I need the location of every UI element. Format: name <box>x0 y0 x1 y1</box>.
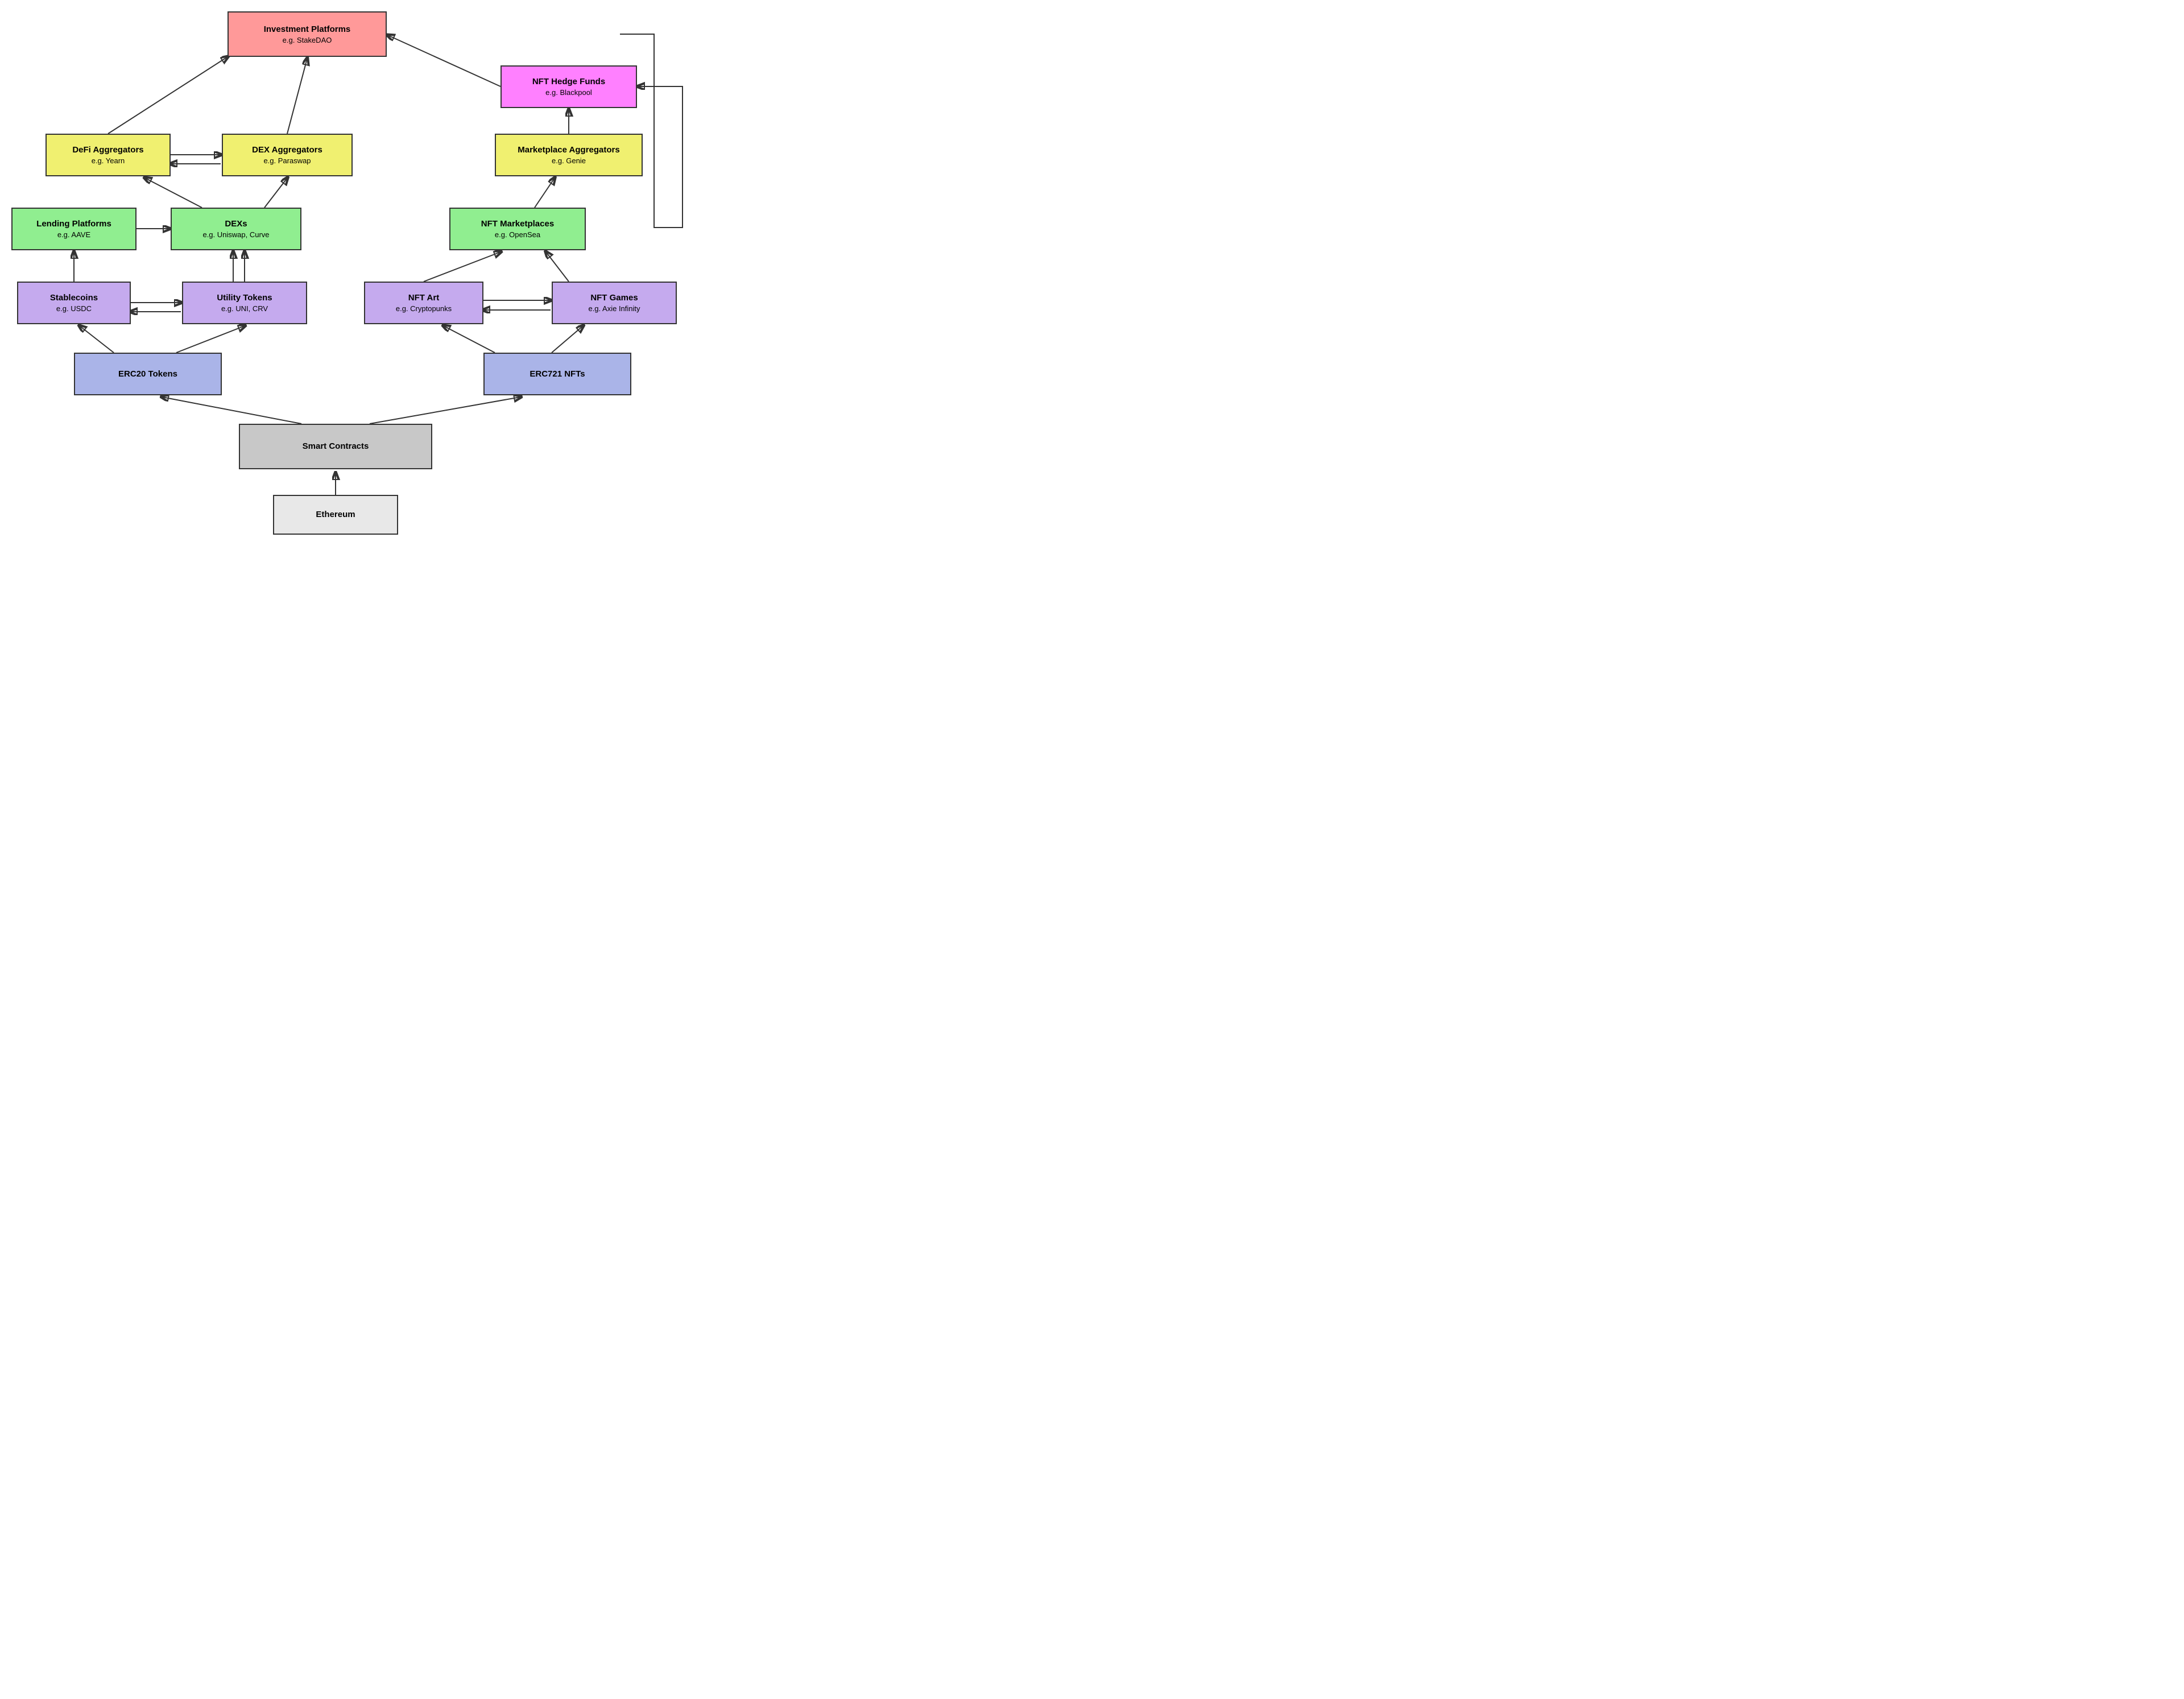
lending-subtitle: e.g. AAVE <box>57 230 90 239</box>
marketplace-agg-node: Marketplace Aggregators e.g. Genie <box>495 134 643 176</box>
lending-label: Lending Platforms <box>36 219 111 229</box>
stablecoins-label: Stablecoins <box>50 293 98 303</box>
nft-games-label: NFT Games <box>590 293 638 303</box>
nft-marketplaces-subtitle: e.g. OpenSea <box>495 230 540 239</box>
dex-agg-subtitle: e.g. Paraswap <box>263 156 311 165</box>
defi-agg-subtitle: e.g. Yearn <box>92 156 125 165</box>
dexs-subtitle: e.g. Uniswap, Curve <box>202 230 269 239</box>
dex-agg-label: DEX Aggregators <box>252 145 322 155</box>
ethereum-node: Ethereum <box>273 495 398 535</box>
utility-tokens-label: Utility Tokens <box>217 293 272 303</box>
stablecoins-node: Stablecoins e.g. USDC <box>17 282 131 324</box>
dex-agg-node: DEX Aggregators e.g. Paraswap <box>222 134 353 176</box>
lending-node: Lending Platforms e.g. AAVE <box>11 208 136 250</box>
nft-hedge-node: NFT Hedge Funds e.g. Blackpool <box>500 65 637 108</box>
smart-contracts-node: Smart Contracts <box>239 424 432 469</box>
erc20-node: ERC20 Tokens <box>74 353 222 395</box>
investment-label: Investment Platforms <box>264 24 351 35</box>
nft-hedge-label: NFT Hedge Funds <box>532 77 605 87</box>
nft-hedge-subtitle: e.g. Blackpool <box>545 88 592 97</box>
investment-node: Investment Platforms e.g. StakeDAO <box>228 11 387 57</box>
nft-games-subtitle: e.g. Axie Infinity <box>588 304 640 313</box>
defi-agg-node: DeFi Aggregators e.g. Yearn <box>46 134 171 176</box>
erc20-label: ERC20 Tokens <box>118 369 177 379</box>
erc721-node: ERC721 NFTs <box>483 353 631 395</box>
smart-contracts-label: Smart Contracts <box>303 441 369 452</box>
investment-subtitle: e.g. StakeDAO <box>283 36 332 44</box>
nft-art-subtitle: e.g. Cryptopunks <box>396 304 452 313</box>
dexs-node: DEXs e.g. Uniswap, Curve <box>171 208 301 250</box>
nft-games-node: NFT Games e.g. Axie Infinity <box>552 282 677 324</box>
erc721-label: ERC721 NFTs <box>530 369 585 379</box>
utility-tokens-subtitle: e.g. UNI, CRV <box>221 304 268 313</box>
ethereum-label: Ethereum <box>316 510 355 520</box>
stablecoins-subtitle: e.g. USDC <box>56 304 92 313</box>
nft-art-node: NFT Art e.g. Cryptopunks <box>364 282 483 324</box>
nft-marketplaces-label: NFT Marketplaces <box>481 219 554 229</box>
dexs-label: DEXs <box>225 219 247 229</box>
diagram-container: Ethereum Smart Contracts ERC20 Tokens ER… <box>0 0 728 567</box>
defi-agg-label: DeFi Aggregators <box>72 145 143 155</box>
marketplace-agg-subtitle: e.g. Genie <box>552 156 586 165</box>
nft-art-label: NFT Art <box>408 293 439 303</box>
nft-marketplaces-node: NFT Marketplaces e.g. OpenSea <box>449 208 586 250</box>
utility-tokens-node: Utility Tokens e.g. UNI, CRV <box>182 282 307 324</box>
marketplace-agg-label: Marketplace Aggregators <box>518 145 620 155</box>
